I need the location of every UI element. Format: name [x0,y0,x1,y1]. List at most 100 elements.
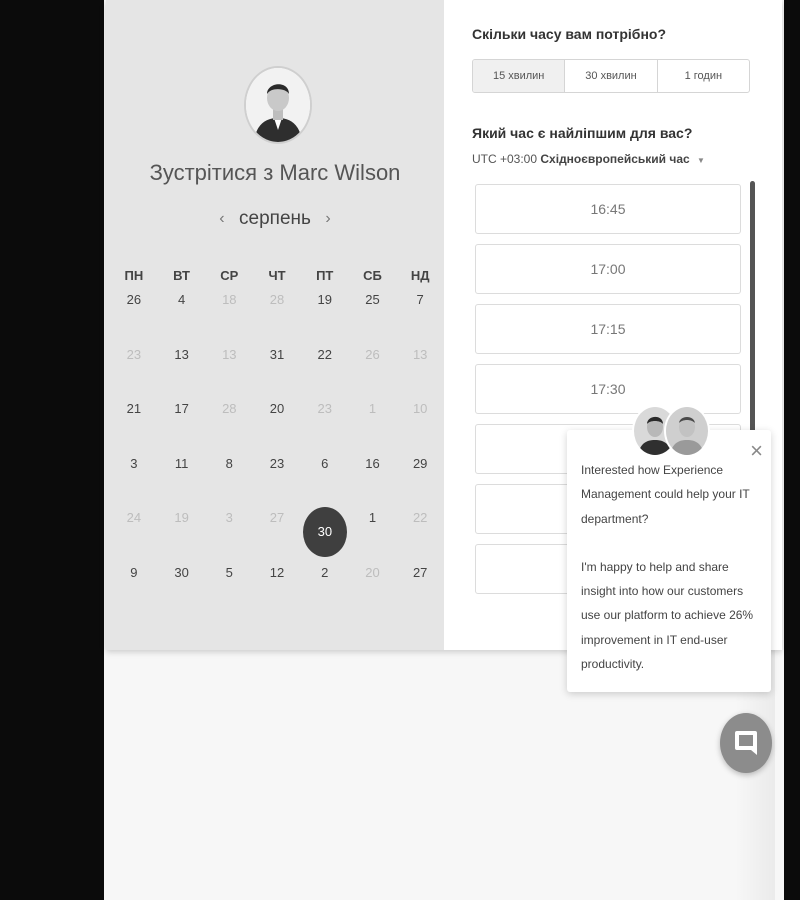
calendar-week-row: 21 17 28 20 23 1 10 [110,401,444,456]
time-slot[interactable]: 16:45 [475,184,741,234]
duration-option-15[interactable]: 15 хвилин [473,60,566,92]
calendar-day[interactable]: 4 [158,292,206,347]
calendar-day-number: 22 [412,510,428,525]
timezone-name: Східноєвропейський час [540,152,690,166]
calendar-day[interactable]: 30 [158,565,206,620]
calendar-day: 22 [396,510,444,565]
calendar-day-selected[interactable]: 30 [301,507,349,565]
calendar-day[interactable]: 8 [205,456,253,511]
timezone-selector[interactable]: UTC +03:00 Східноєвропейський час ▼ [472,152,705,166]
calendar-day[interactable]: 22 [301,347,349,402]
calendar-day[interactable]: 31 [253,347,301,402]
calendar-day-number: 25 [365,292,380,307]
calendar-day[interactable]: 11 [158,456,206,511]
caret-down-icon: ▼ [697,156,705,165]
time-slot[interactable]: 17:15 [475,304,741,354]
calendar-day: 13 [396,347,444,402]
calendar-day-number: 1 [368,401,377,416]
calendar-day-number: 24 [126,510,142,525]
agent-avatar [664,405,710,457]
calendar-day-number: 13 [174,346,189,362]
calendar-day[interactable]: 26 [110,292,158,347]
meeting-title: Зустрітися з Marc Wilson [106,160,444,186]
time-question: Який час є найліпшим для вас? [472,125,693,141]
calendar-day[interactable]: 16 [349,456,397,511]
calendar-day[interactable]: 2 [301,565,349,620]
calendar-day-number: 18 [222,292,237,307]
calendar-day[interactable]: 12 [253,565,301,620]
calendar-grid: 26 4 18 28 19 25 7 23 13 13 31 22 26 13 21 17 28 20 23 1 10 3… [110,292,444,619]
month-label: серпень [239,208,311,229]
duration-option-30[interactable]: 30 хвилин [565,60,658,92]
calendar-day-number: 20 [365,564,380,580]
calendar-day[interactable]: 27 [396,565,444,620]
calendar-day[interactable]: 7 [396,292,444,347]
calendar-day[interactable]: 9 [110,565,158,620]
weekday-header: ПН ВТ СР ЧТ ПТ СБ НД [110,268,444,283]
next-month-icon[interactable]: › [315,210,340,228]
calendar-day[interactable]: 25 [349,292,397,347]
calendar-day[interactable]: 6 [301,456,349,511]
chat-bubble-icon [735,731,757,755]
calendar-day: 28 [253,292,301,347]
calendar-day-number: 3 [225,510,233,525]
calendar-day[interactable]: 23 [253,456,301,511]
timezone-offset: UTC +03:00 [472,152,538,166]
meeting-title-prefix: Зустрітися з [149,160,274,185]
calendar-day[interactable]: 29 [396,456,444,511]
chat-message-offer: I'm happy to help and share insight into… [581,559,754,672]
calendar-day: 20 [349,565,397,620]
chat-agent-avatars [632,405,712,457]
calendar-day-number: 28 [269,292,285,307]
host-avatar [244,66,312,144]
calendar-day-number: 30 [302,507,347,557]
calendar-day-number: 12 [269,564,285,580]
calendar-day-number: 16 [365,455,380,471]
calendar-day-number: 23 [126,346,142,362]
prev-month-icon[interactable]: ‹ [209,210,234,228]
calendar-day: 18 [205,292,253,347]
calendar-day[interactable]: 5 [205,565,253,620]
weekday-label: СР [220,268,239,283]
host-name: Marc Wilson [279,160,401,185]
weekday-label: СБ [363,268,382,283]
calendar-day-number: 30 [174,564,189,580]
duration-option-60[interactable]: 1 годин [658,60,749,92]
time-slot[interactable]: 17:00 [475,244,741,294]
calendar-week-row: 9 30 5 12 2 20 27 [110,565,444,620]
calendar-day[interactable]: 20 [253,401,301,456]
calendar-day-number: 27 [412,564,428,580]
calendar-day-number: 9 [130,564,138,580]
chat-launcher-button[interactable] [720,713,772,773]
calendar-day: 3 [205,510,253,565]
calendar-day-number: 2 [321,564,329,580]
weekday-label: ПТ [316,268,334,283]
calendar-day-number: 13 [222,346,237,362]
weekday-label: ВТ [173,268,190,283]
calendar-day-number: 22 [317,346,332,362]
calendar-day: 23 [301,401,349,456]
calendar-day-number: 13 [412,346,428,362]
calendar-day[interactable]: 3 [110,456,158,511]
calendar-day-number: 11 [174,455,189,471]
calendar-day: 24 [110,510,158,565]
duration-question: Скільки часу вам потрібно? [472,26,667,42]
chat-popup: × Interested how Experience Management c… [567,430,771,692]
weekday-label: НД [410,268,430,283]
calendar-day[interactable]: 21 [110,401,158,456]
chat-message: Interested how Experience Management cou… [581,458,761,676]
calendar-day-number: 7 [416,292,424,307]
right-border [784,0,800,900]
slot-list-scrollbar[interactable] [750,181,755,441]
calendar-day-number: 21 [126,401,142,416]
calendar-day-number: 4 [177,292,186,307]
calendar-day-number: 23 [317,401,332,416]
calendar-week-row: 3 11 8 23 6 16 29 [110,456,444,511]
calendar-day[interactable]: 19 [301,292,349,347]
calendar-day-number: 26 [126,292,142,307]
calendar-day-number: 17 [174,401,189,416]
calendar-day[interactable]: 13 [158,347,206,402]
calendar-day[interactable]: 1 [349,510,397,565]
calendar-week-row: 26 4 18 28 19 25 7 [110,292,444,347]
calendar-day[interactable]: 17 [158,401,206,456]
